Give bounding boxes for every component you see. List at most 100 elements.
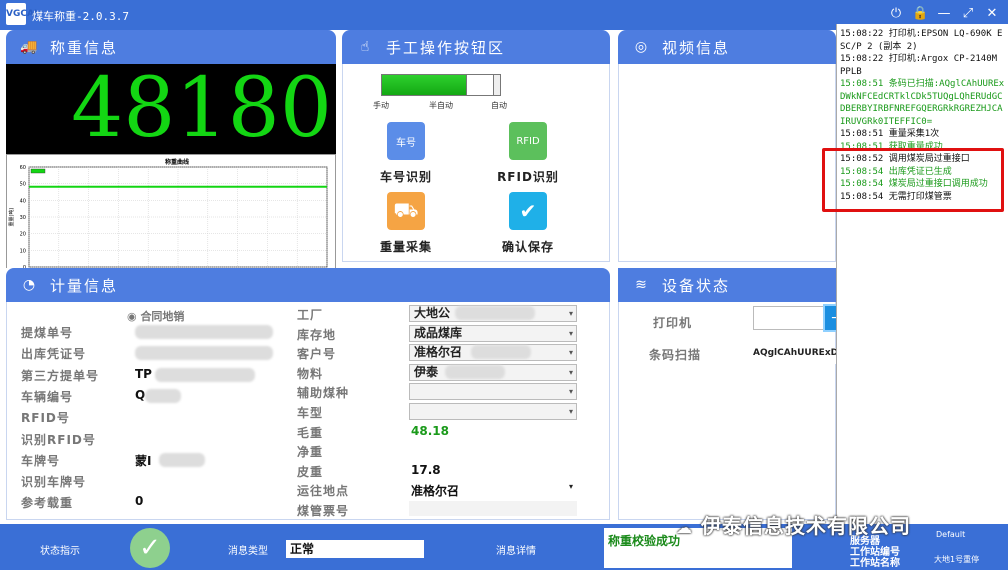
redacted-mask [145, 388, 181, 403]
wave-icon: ≋ [635, 277, 649, 293]
check-circle-icon: ✔ [509, 192, 547, 230]
minimize-icon[interactable]: — [936, 5, 952, 23]
y-tick-label: 30 [20, 215, 26, 221]
mode-slider[interactable] [381, 74, 501, 96]
field-select[interactable]: ▾ [409, 383, 577, 401]
field-select-value: 成品煤库 [414, 325, 463, 340]
field-label: 参考载重 [21, 496, 74, 511]
field-value[interactable]: 17.8 [411, 463, 441, 477]
plate-recognition-button[interactable]: 车号 车号识别 [351, 122, 461, 185]
redacted-mask [159, 452, 205, 467]
app-window: VGCAI 煤车称重-2.0.3.7 ⏻ 🔒 — ⤢ ✕ 🚚 称重信息 48180… [0, 0, 1008, 570]
field-label: RFID号 [21, 411, 70, 426]
chevron-down-icon: ▾ [568, 367, 573, 377]
device-panel-title: 设备状态 [662, 276, 731, 295]
field-label: 识别RFID号 [21, 432, 96, 447]
video-panel: ◎ 视频信息 [618, 30, 836, 262]
field-select[interactable]: 成品煤库 ▾ [409, 324, 577, 342]
plate-recognition-label: 车号识别 [379, 170, 432, 184]
weigh-panel-title: 称重信息 [50, 38, 119, 57]
y-tick-label: 60 [20, 165, 26, 171]
highlight-box [822, 148, 1004, 212]
field-label: 皮重 [297, 464, 324, 479]
redacted-mask [445, 364, 505, 379]
barcode-label: 条码扫描 [649, 348, 702, 362]
field-value[interactable]: TP [135, 367, 152, 381]
truck-tile-icon: ⛟ [387, 192, 425, 230]
log-line: 15:08:22 打印机:EPSON LQ-690K ESC/P 2 (副本 2… [840, 29, 1003, 52]
redacted-mask [455, 306, 535, 320]
maximize-icon[interactable]: ⤢ [960, 5, 976, 23]
device-panel: ≋设备状态 打印机 ⇥ 条码扫描 AQglCAhUURExDWk [618, 268, 851, 520]
mode-semi-label: 半自动 [429, 101, 453, 110]
confirm-save-button[interactable]: ✔ 确认保存 [473, 192, 583, 255]
chevron-down-icon[interactable]: ▾ [569, 482, 573, 491]
mode-slider-knob[interactable] [466, 74, 495, 96]
chevron-down-icon: ▾ [568, 328, 573, 338]
server-value: Default [936, 530, 966, 539]
field-select-value: 大地公 [414, 306, 451, 320]
msg-detail-label: 消息详情 [496, 546, 536, 557]
field-label: 车牌号 [21, 453, 61, 468]
field-label: 第三方提单号 [21, 368, 100, 383]
rfid-recognition-button[interactable]: RFID RFID识别 [473, 122, 583, 185]
ws-name-value: 大地1号重停 [934, 555, 980, 564]
power-icon[interactable]: ⏻ [888, 5, 904, 23]
location-icon: ◎ [634, 39, 650, 55]
coal-ticket-field[interactable] [409, 501, 577, 516]
contract-radio[interactable]: ◉ 合同地销 [127, 308, 184, 324]
field-label: 毛重 [297, 425, 324, 440]
field-label: 工厂 [297, 308, 324, 322]
watermark-text: 伊泰信息技术有限公司 [700, 514, 911, 538]
lock-icon[interactable]: 🔒 [912, 5, 928, 23]
field-value[interactable]: 准格尔召 [411, 482, 459, 499]
status-indicator-label: 状态指示 [40, 546, 80, 557]
log-panel: 15:08:22 打印机:EPSON LQ-690K ESC/P 2 (副本 2… [836, 24, 1008, 570]
chevron-down-icon: ▾ [568, 348, 573, 358]
y-axis-label: 重量(吨) [8, 208, 15, 227]
field-select[interactable]: ▾ [409, 403, 577, 420]
log-line: 15:08:51 条码已扫描:AQglCAhUURExDWkNFCEdCRTkl… [840, 79, 1005, 127]
field-label: 车型 [297, 406, 324, 420]
msg-type-label: 消息类型 [228, 546, 268, 557]
mode-manual-label: 手动 [373, 101, 389, 110]
confirm-save-label: 确认保存 [501, 240, 554, 254]
y-tick-label: 40 [20, 198, 26, 204]
chevron-down-icon: ▾ [568, 407, 573, 416]
printer-field[interactable] [753, 306, 825, 330]
weight-display: 48180 [6, 64, 336, 154]
manual-panel: ☝ 手工操作按钮区 手动 半自动 自动 车号 车号识别 RFID RFID识别 ⛟… [342, 30, 610, 262]
video-panel-title: 视频信息 [662, 38, 731, 57]
barcode-field[interactable]: AQglCAhUURExDWk [753, 348, 837, 364]
redacted-mask [155, 367, 255, 382]
redacted-mask [135, 325, 273, 339]
chart-title: 称重曲线 [165, 158, 189, 166]
field-label: 库存地 [297, 327, 337, 342]
log-line: 15:08:22 打印机:Argox CP-2140M PPLB [840, 54, 1003, 77]
window-title: 煤车称重-2.0.3.7 [32, 10, 129, 23]
status-check-icon: ✓ [130, 528, 170, 568]
ws-name-label: 工作站名称 [850, 558, 900, 569]
field-label: 运往地点 [297, 484, 350, 499]
y-tick-label: 20 [20, 232, 26, 238]
weight-capture-button[interactable]: ⛟ 重量采集 [351, 192, 461, 255]
rfid-icon: RFID [509, 122, 547, 160]
field-value[interactable]: 蒙I [135, 452, 151, 469]
field-value[interactable]: Q [135, 388, 145, 402]
field-label: 提煤单号 [21, 326, 74, 340]
chevron-down-icon: ▾ [568, 387, 573, 397]
field-select-value: 伊泰 [414, 364, 439, 379]
field-value[interactable]: 48.18 [411, 424, 449, 438]
legend-swatch [30, 168, 46, 174]
field-label: 辅助煤种 [297, 386, 350, 401]
close-icon[interactable]: ✕ [984, 5, 1000, 23]
weigh-panel: 🚚称重信息 48180 称重曲线605040302010001020304050… [6, 30, 336, 284]
log-line: 15:08:51 重量采集1次 [840, 129, 940, 139]
hand-icon: ☝ [360, 39, 372, 55]
field-label: 出库凭证号 [21, 347, 87, 362]
weight-chart: 称重曲线60504030201000102030405060708090100时… [6, 154, 336, 284]
contract-radio-label: 合同地销 [140, 310, 185, 323]
field-value[interactable]: 0 [135, 494, 143, 508]
field-label: 净重 [297, 445, 324, 460]
field-label: 车辆编号 [21, 389, 74, 404]
